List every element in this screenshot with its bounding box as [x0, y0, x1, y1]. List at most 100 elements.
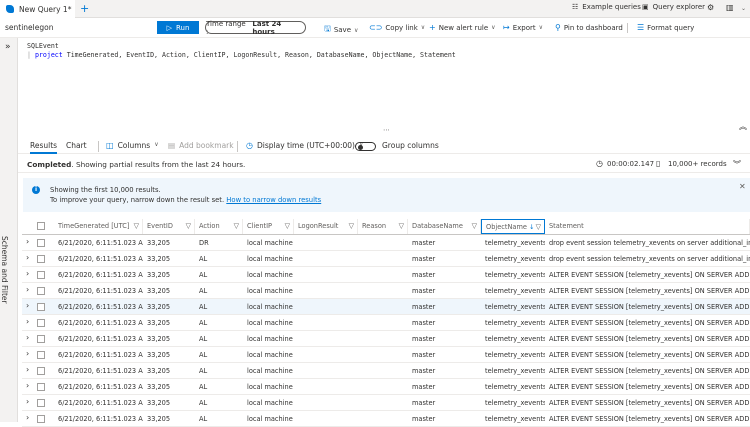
table-row[interactable]: › 6/21/2020, 6:11:51.023 AM 33,205 DR local … — [22, 235, 750, 251]
table-row[interactable]: › 6/21/2020, 6:11:51.023 AM 33,205 AL local … — [22, 363, 750, 379]
book-icon[interactable]: ▥ — [726, 3, 734, 12]
copy-link-button[interactable]: ⊂⊃ Copy link ∨ — [369, 23, 425, 32]
expand-row-icon[interactable]: › — [26, 349, 29, 358]
add-tab-button[interactable]: + — [80, 2, 89, 15]
select-all-checkbox[interactable] — [37, 222, 45, 230]
expand-row-icon[interactable]: › — [26, 381, 29, 390]
expand-row-icon[interactable]: › — [26, 365, 29, 374]
filter-icon[interactable]: ▽ — [134, 219, 139, 234]
records-icon: ▯ — [656, 159, 661, 168]
filter-icon[interactable]: ▽ — [186, 219, 191, 234]
table-row[interactable]: › 6/21/2020, 6:11:51.023 AM 33,205 AL local … — [22, 267, 750, 283]
table-row[interactable]: › 6/21/2020, 6:11:51.023 AM 33,205 AL local … — [22, 315, 750, 331]
row-checkbox[interactable] — [37, 287, 45, 295]
group-columns-toggle[interactable] — [355, 142, 376, 151]
collapse-editor-icon[interactable]: ︽ — [739, 121, 747, 132]
cell-database-name: master — [412, 319, 436, 327]
run-button[interactable]: ▷ Run — [157, 21, 199, 34]
narrow-results-link[interactable]: How to narrow down results — [226, 196, 321, 204]
sort-descending-icon[interactable]: ↓ — [527, 223, 535, 231]
query-explorer-button[interactable]: ▣ Query explorer — [642, 3, 705, 11]
export-button[interactable]: ↦ Export ∨ — [503, 23, 543, 32]
expand-row-icon[interactable]: › — [26, 285, 29, 294]
filter-icon[interactable]: ▽ — [285, 219, 290, 234]
table-row[interactable]: › 6/21/2020, 6:11:51.023 AM 33,205 AL local … — [22, 299, 750, 315]
cell-database-name: master — [412, 383, 436, 391]
cell-statement: ALTER EVENT SESSION [telemetry_xevents] … — [549, 303, 750, 311]
filter-icon[interactable]: ▽ — [349, 219, 354, 234]
row-checkbox[interactable] — [37, 399, 45, 407]
expand-row-icon[interactable]: › — [26, 397, 29, 406]
tab-new-query[interactable]: New Query 1* — [0, 0, 75, 18]
row-checkbox[interactable] — [37, 351, 45, 359]
display-time-dropdown[interactable]: ◷ Display time (UTC+00:00) ∨ — [246, 141, 363, 150]
filter-icon[interactable]: ▽ — [472, 219, 477, 234]
row-checkbox[interactable] — [37, 383, 45, 391]
cell-action: AL — [199, 287, 208, 295]
expand-row-icon[interactable]: › — [26, 317, 29, 326]
table-row[interactable]: › 6/21/2020, 6:11:51.023 AM 33,205 AL local … — [22, 379, 750, 395]
example-queries-button[interactable]: ☷ Example queries — [572, 3, 641, 11]
tab-chart[interactable]: Chart — [66, 141, 87, 150]
status-bar: Completed. Showing partial results from … — [18, 156, 750, 173]
column-header-object-name[interactable]: ObjectName ↓ ▽ — [481, 219, 545, 234]
row-checkbox[interactable] — [37, 303, 45, 311]
tab-results[interactable]: Results — [30, 141, 58, 154]
expand-row-icon[interactable]: › — [26, 253, 29, 262]
chevron-down-icon[interactable]: ⌄ — [741, 5, 746, 12]
format-query-button[interactable]: ☰ Format query — [637, 23, 694, 32]
pin-label: Pin to dashboard — [563, 23, 623, 32]
row-checkbox[interactable] — [37, 335, 45, 343]
row-checkbox[interactable] — [37, 255, 45, 263]
schema-filter-label[interactable]: Schema and Filter — [0, 236, 9, 304]
cell-database-name: master — [412, 239, 436, 247]
table-row[interactable]: › 6/21/2020, 6:11:51.023 AM 33,205 AL local … — [22, 347, 750, 363]
column-header-label: DatabaseName — [412, 222, 463, 230]
expand-row-icon[interactable]: › — [26, 413, 29, 422]
column-header-logon-result[interactable]: LogonResult ▽ — [294, 219, 358, 234]
expand-row-icon[interactable]: › — [26, 301, 29, 310]
cell-event-id: 33,205 — [147, 399, 171, 407]
row-checkbox[interactable] — [37, 271, 45, 279]
expand-panel-icon[interactable]: » — [5, 42, 11, 52]
filter-icon[interactable]: ▽ — [234, 219, 239, 234]
table-row[interactable]: › 6/21/2020, 6:11:51.023 AM 33,205 AL local … — [22, 331, 750, 347]
cell-statement: ALTER EVENT SESSION [telemetry_xevents] … — [549, 351, 750, 359]
row-checkbox[interactable] — [37, 239, 45, 247]
columns-button[interactable]: ◫ Columns ∨ — [106, 141, 159, 150]
row-checkbox[interactable] — [37, 319, 45, 327]
cell-object-name: telemetry_xevents — [485, 287, 545, 295]
settings-gear-icon[interactable]: ⚙ — [707, 3, 714, 12]
column-header-time-generated[interactable]: TimeGenerated [UTC] ▽ — [54, 219, 143, 234]
close-icon[interactable]: ✕ — [739, 182, 746, 191]
column-header-action[interactable]: Action ▽ — [195, 219, 243, 234]
new-alert-rule-button[interactable]: + New alert rule ∨ — [429, 23, 496, 32]
pin-to-dashboard-button[interactable]: ⚲ Pin to dashboard — [555, 23, 623, 32]
column-header-database-name[interactable]: DatabaseName ▽ — [408, 219, 481, 234]
column-header-event-id[interactable]: EventID ▽ — [143, 219, 195, 234]
resize-handle[interactable]: ⋯ — [383, 126, 390, 134]
column-header-reason[interactable]: Reason ▽ — [358, 219, 408, 234]
column-header-client-ip[interactable]: ClientIP ▽ — [243, 219, 294, 234]
column-header-statement[interactable]: Statement — [545, 219, 750, 234]
record-count: 10,000+ records — [668, 160, 727, 168]
expand-row-icon[interactable]: › — [26, 333, 29, 342]
table-row[interactable]: › 6/21/2020, 6:11:51.023 AM 33,205 AL local … — [22, 411, 750, 427]
table-row[interactable]: › 6/21/2020, 6:11:51.023 AM 33,205 AL local … — [22, 251, 750, 267]
info-banner: i Showing the first 10,000 results. To i… — [23, 178, 750, 212]
expand-row-icon[interactable]: › — [26, 269, 29, 278]
table-row[interactable]: › 6/21/2020, 6:11:51.023 AM 33,205 AL local … — [22, 395, 750, 411]
table-row[interactable]: › 6/21/2020, 6:11:51.023 AM 33,205 AL local … — [22, 283, 750, 299]
row-checkbox[interactable] — [37, 367, 45, 375]
expand-row-icon[interactable]: › — [26, 237, 29, 246]
cell-object-name: telemetry_xevents — [485, 271, 545, 279]
save-button[interactable]: 🖫 Save ∨ — [324, 23, 358, 37]
add-bookmark-button[interactable]: ▤ Add bookmark — [168, 141, 234, 150]
filter-icon[interactable]: ▽ — [536, 220, 541, 233]
cell-time-generated: 6/21/2020, 6:11:51.023 AM — [58, 255, 143, 263]
expand-chevron-icon[interactable]: ︾ — [733, 159, 741, 170]
time-range-picker[interactable]: Time range : Last 24 hours — [205, 20, 306, 36]
filter-icon[interactable]: ▽ — [399, 219, 404, 234]
query-editor[interactable]: SQLEvent | project TimeGenerated, EventI… — [18, 38, 750, 130]
cell-database-name: master — [412, 287, 436, 295]
